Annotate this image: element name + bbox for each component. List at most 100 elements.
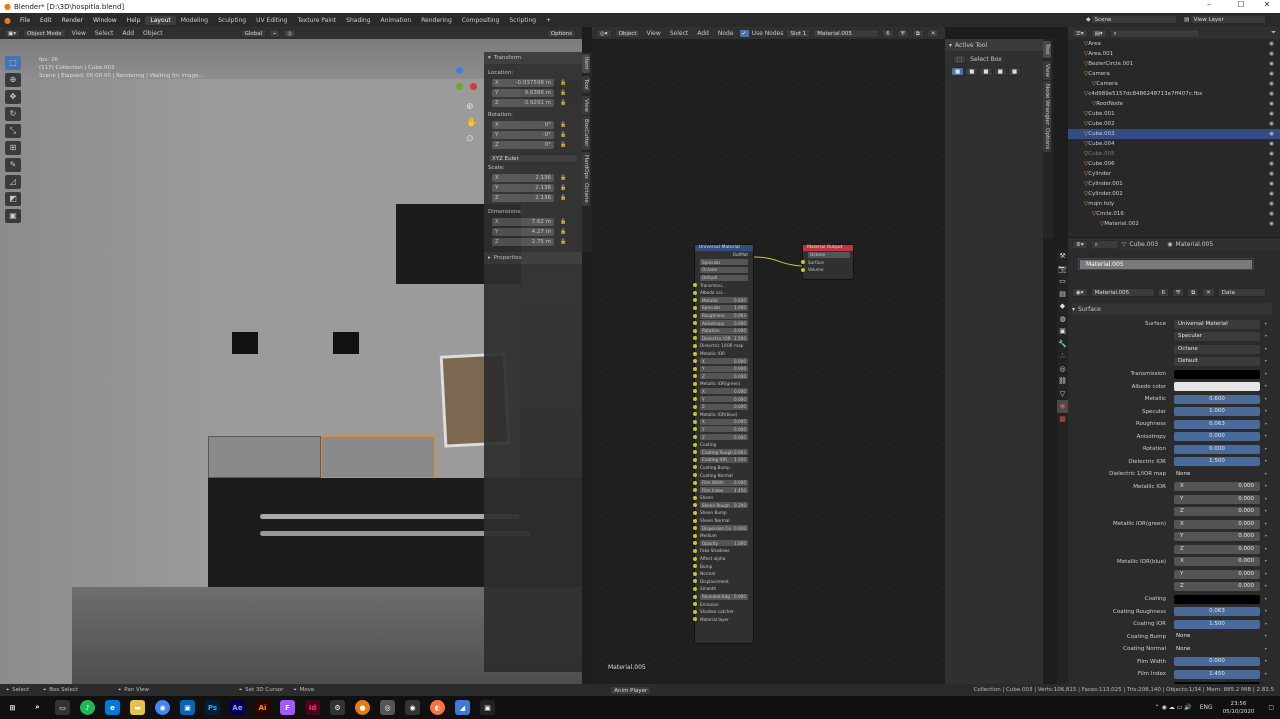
node-input-socket[interactable]: Emission: [693, 600, 753, 608]
property-field[interactable]: Z 0.000: [1174, 544, 1260, 554]
socket-dot-icon[interactable]: [693, 526, 697, 531]
property-field[interactable]: [1174, 369, 1260, 379]
keyframe-dot-icon[interactable]: •: [1264, 483, 1268, 490]
outliner-type-icon[interactable]: ☰▾: [1072, 28, 1088, 38]
output-target-dropdown[interactable]: Octane: [808, 251, 850, 258]
properties-copy-icon[interactable]: ⧉: [1187, 288, 1200, 297]
menu-render[interactable]: Render: [57, 17, 88, 24]
socket-dot-icon[interactable]: [693, 359, 697, 364]
node-value-field[interactable]: Y 0.000: [700, 396, 748, 403]
node-input-socket[interactable]: Normal: [693, 570, 753, 578]
properties-fake-user-icon[interactable]: ⛨: [1172, 288, 1185, 297]
property-field[interactable]: Y 0.000: [1174, 532, 1260, 542]
outliner-item[interactable]: ▽ Cube.006 ◉: [1068, 159, 1280, 169]
keyframe-dot-icon[interactable]: •: [1264, 658, 1268, 665]
property-field[interactable]: Z 0.000: [1174, 507, 1260, 517]
socket-dot-icon[interactable]: [693, 594, 697, 599]
workspace-tab-modeling[interactable]: Modeling: [176, 16, 213, 25]
settings-icon[interactable]: ⚙: [330, 700, 345, 715]
material-output-node[interactable]: Material Output Octane Surface Volume: [801, 244, 854, 280]
node-value-field[interactable]: Z 0.000: [700, 373, 748, 380]
keyframe-dot-icon[interactable]: •: [1264, 433, 1268, 440]
node-input-socket[interactable]: Sheen Normal: [693, 517, 753, 525]
node-menu-node[interactable]: Node: [715, 30, 737, 37]
socket-dot-icon[interactable]: [693, 381, 697, 386]
property-field[interactable]: None: [1174, 645, 1260, 654]
property-field[interactable]: 0.063: [1174, 607, 1260, 617]
filter-icon[interactable]: ⏷: [1271, 29, 1276, 37]
node-input-socket[interactable]: Sheen Bump: [693, 509, 753, 517]
property-field[interactable]: Y 0.000: [1174, 569, 1260, 579]
outliner-item[interactable]: ▽ Cube.001 ◉: [1068, 109, 1280, 119]
node-value-field[interactable]: Sheen Rough 0.200: [700, 502, 748, 509]
visibility-eye-icon[interactable]: ◉: [1269, 141, 1274, 147]
visibility-eye-icon[interactable]: ◉: [1269, 91, 1274, 97]
workspace-tab-rendering[interactable]: Rendering: [416, 16, 457, 25]
fake-user-icon[interactable]: ⛨: [896, 28, 909, 38]
proportional-edit-icon[interactable]: ◎: [283, 28, 297, 38]
use-nodes-checkbox[interactable]: ✓: [739, 29, 749, 37]
view-layer-name[interactable]: View Layer: [1189, 15, 1266, 24]
outliner-item[interactable]: ▽ Material.002 ◉: [1068, 219, 1280, 229]
socket-dot-icon[interactable]: [693, 336, 697, 341]
keyframe-dot-icon[interactable]: •: [1264, 321, 1268, 328]
tool-tab-icon[interactable]: ⚒: [1057, 250, 1068, 263]
node-input-socket[interactable]: Metallic IOR: [693, 350, 753, 358]
tab-boxcutter[interactable]: BoxCutter: [582, 116, 590, 150]
surface-panel-header[interactable]: ▾ Surface: [1072, 303, 1272, 315]
keyframe-dot-icon[interactable]: •: [1264, 583, 1268, 590]
visibility-eye-icon[interactable]: ◉: [1269, 151, 1274, 157]
slot-dropdown[interactable]: Slot 1: [786, 28, 811, 38]
keyframe-dot-icon[interactable]: •: [1264, 558, 1268, 565]
keyframe-dot-icon[interactable]: •: [1264, 346, 1268, 353]
select-mode-invert-icon[interactable]: ■: [993, 67, 1007, 76]
data-tab-icon[interactable]: ▽: [1057, 388, 1068, 401]
keyframe-dot-icon[interactable]: •: [1264, 496, 1268, 503]
node-value-field[interactable]: Y 0.000: [700, 365, 748, 372]
editor-type-icon[interactable]: ▣▾: [4, 28, 20, 38]
socket-dot-icon[interactable]: [693, 450, 697, 455]
camera-view-icon[interactable]: ⊙: [466, 131, 477, 147]
app-icon[interactable]: ◎: [380, 700, 395, 715]
node-input-socket[interactable]: Opacity 1.000: [693, 540, 753, 548]
world-tab-icon[interactable]: ◍: [1057, 313, 1068, 326]
socket-dot-icon[interactable]: [693, 541, 697, 546]
outliner-item[interactable]: ▽ RootNode ◉: [1068, 99, 1280, 109]
outliner-item[interactable]: ▽ Cylinder ◉: [1068, 169, 1280, 179]
keyframe-dot-icon[interactable]: •: [1264, 371, 1268, 378]
viewport-menu-add[interactable]: Add: [119, 30, 137, 37]
outliner-item[interactable]: ▽ Area.001 ◉: [1068, 49, 1280, 59]
socket-dot-icon[interactable]: [693, 412, 697, 417]
keyframe-dot-icon[interactable]: •: [1264, 521, 1268, 528]
node-menu-view[interactable]: View: [643, 30, 663, 37]
workspace-tab-animation[interactable]: Animation: [376, 16, 417, 25]
node-value-field[interactable]: Y 0.000: [700, 426, 748, 433]
socket-dot-icon[interactable]: [693, 473, 697, 478]
socket-dot-icon[interactable]: [693, 480, 697, 485]
obs-icon[interactable]: ◉: [405, 700, 420, 715]
node-input-socket[interactable]: Smooth: [693, 585, 753, 593]
visibility-eye-icon[interactable]: ◉: [1269, 201, 1274, 207]
photos-icon[interactable]: ▣: [180, 700, 195, 715]
move-tool-icon[interactable]: ✥: [5, 90, 21, 104]
outliner[interactable]: ▽ Area ◉ ▽ Area.001 ◉ ▽ BezierCircle.001 ◉ ▽ C…: [1068, 39, 1280, 237]
material-users-count[interactable]: 6: [882, 28, 894, 38]
outliner-item[interactable]: ▽ Circle.016 ◉: [1068, 209, 1280, 219]
socket-dot-icon[interactable]: [693, 571, 697, 576]
node-value-field[interactable]: Coating Rough 0.063: [700, 449, 748, 456]
node-menu-add[interactable]: Add: [694, 30, 712, 37]
active-tool-row[interactable]: ⬚ Select Box: [945, 51, 1043, 67]
node-input-socket[interactable]: Coating: [693, 441, 753, 449]
node-value-field[interactable]: Z 0.000: [700, 434, 748, 441]
socket-dot-icon[interactable]: [693, 419, 697, 424]
scene-selector[interactable]: ◆ Scene: [1086, 15, 1177, 24]
node-dropdown-octane[interactable]: Octane: [700, 266, 748, 273]
property-field[interactable]: Y 0.000: [1174, 494, 1260, 504]
socket-dot-icon[interactable]: [693, 343, 697, 348]
node-menu-select[interactable]: Select: [667, 30, 692, 37]
keyframe-dot-icon[interactable]: •: [1264, 446, 1268, 453]
node-input-socket[interactable]: X 0.000: [693, 388, 753, 396]
view-layer-tab-icon[interactable]: ▤: [1057, 288, 1068, 301]
node-input-socket[interactable]: Bump: [693, 562, 753, 570]
volume-socket-icon[interactable]: [801, 267, 805, 272]
